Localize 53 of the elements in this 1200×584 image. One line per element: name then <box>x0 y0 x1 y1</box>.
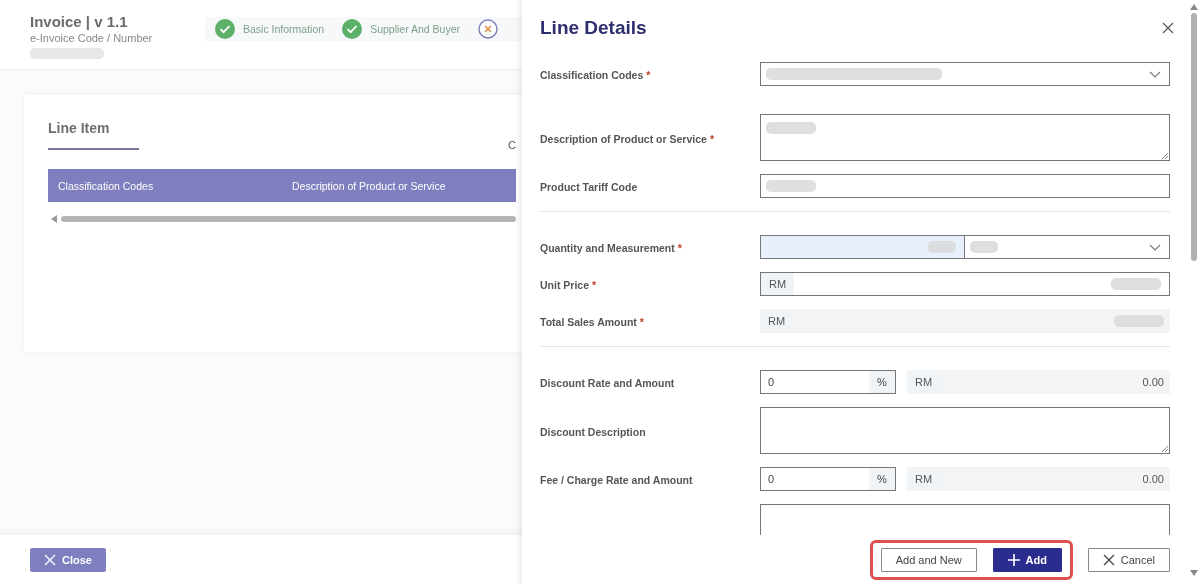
text-field[interactable] <box>760 174 1170 198</box>
field-label: Classification Codes <box>540 69 644 81</box>
required-mark: * <box>592 279 597 291</box>
percent-addon: % <box>869 468 895 490</box>
field-label: Total Sales Amount <box>540 316 637 328</box>
page-title: Invoice | v 1.1 <box>30 13 129 30</box>
text-area[interactable] <box>760 114 1170 161</box>
field-label: Product Tariff Code <box>540 181 638 193</box>
price-field[interactable]: RM <box>760 272 1170 296</box>
add-button[interactable]: Add <box>992 547 1062 572</box>
plus-icon <box>1007 553 1020 566</box>
scroll-left-icon <box>51 215 57 223</box>
close-icon <box>1102 553 1115 566</box>
required-mark: * <box>639 316 644 328</box>
chevron-down-icon <box>1149 70 1161 78</box>
scroll-up-icon <box>1190 4 1198 10</box>
rate-field[interactable]: 0 % <box>760 370 896 394</box>
scrollbar-thumb[interactable] <box>61 216 516 222</box>
required-mark: * <box>646 69 651 81</box>
field-value: 0 <box>767 473 776 485</box>
resize-grip-icon <box>1161 445 1168 452</box>
close-icon <box>44 553 56 566</box>
scrollbar-thumb[interactable] <box>1191 13 1197 261</box>
quantity-field[interactable] <box>760 235 965 259</box>
unit-select[interactable] <box>965 235 1170 259</box>
field-label: Fee / Charge Rate and Amount <box>540 474 693 486</box>
panel-title: Line Details <box>540 16 647 39</box>
field-value: 0.00 <box>1142 376 1164 388</box>
cut-off-text: C <box>508 139 516 151</box>
rate-field[interactable]: 0 % <box>760 467 896 491</box>
percent-addon: % <box>869 371 895 393</box>
footer-button[interactable]: Add and New <box>880 547 977 572</box>
field-label: Discount Description <box>540 425 646 438</box>
required-mark: * <box>709 132 714 145</box>
cancel-button[interactable]: Cancel <box>1087 547 1170 572</box>
field-label: Quantity and Measurement <box>540 242 675 254</box>
scroll-down-icon <box>1190 570 1198 576</box>
required-mark: * <box>677 242 682 254</box>
select-field[interactable] <box>760 62 1170 86</box>
field-value: 0 <box>767 376 776 388</box>
close-button[interactable]: Close <box>30 547 106 572</box>
text-area[interactable] <box>760 407 1170 454</box>
currency-prefix: RM <box>761 273 795 295</box>
resize-grip-icon <box>1161 152 1168 159</box>
field-value: 0.00 <box>1142 473 1164 485</box>
tab[interactable]: Line Item <box>48 120 139 150</box>
column-header: Description of Product or Service <box>291 179 447 192</box>
field-label: Discount Rate and Amount <box>540 377 675 389</box>
column-header: Classification Codes <box>57 179 155 192</box>
field-label: Unit Price <box>540 279 589 291</box>
field-label: Description of Product or Service <box>540 132 707 145</box>
chevron-down-icon <box>1149 243 1161 251</box>
page-subtitle: e-Invoice Code / Number <box>30 32 154 44</box>
